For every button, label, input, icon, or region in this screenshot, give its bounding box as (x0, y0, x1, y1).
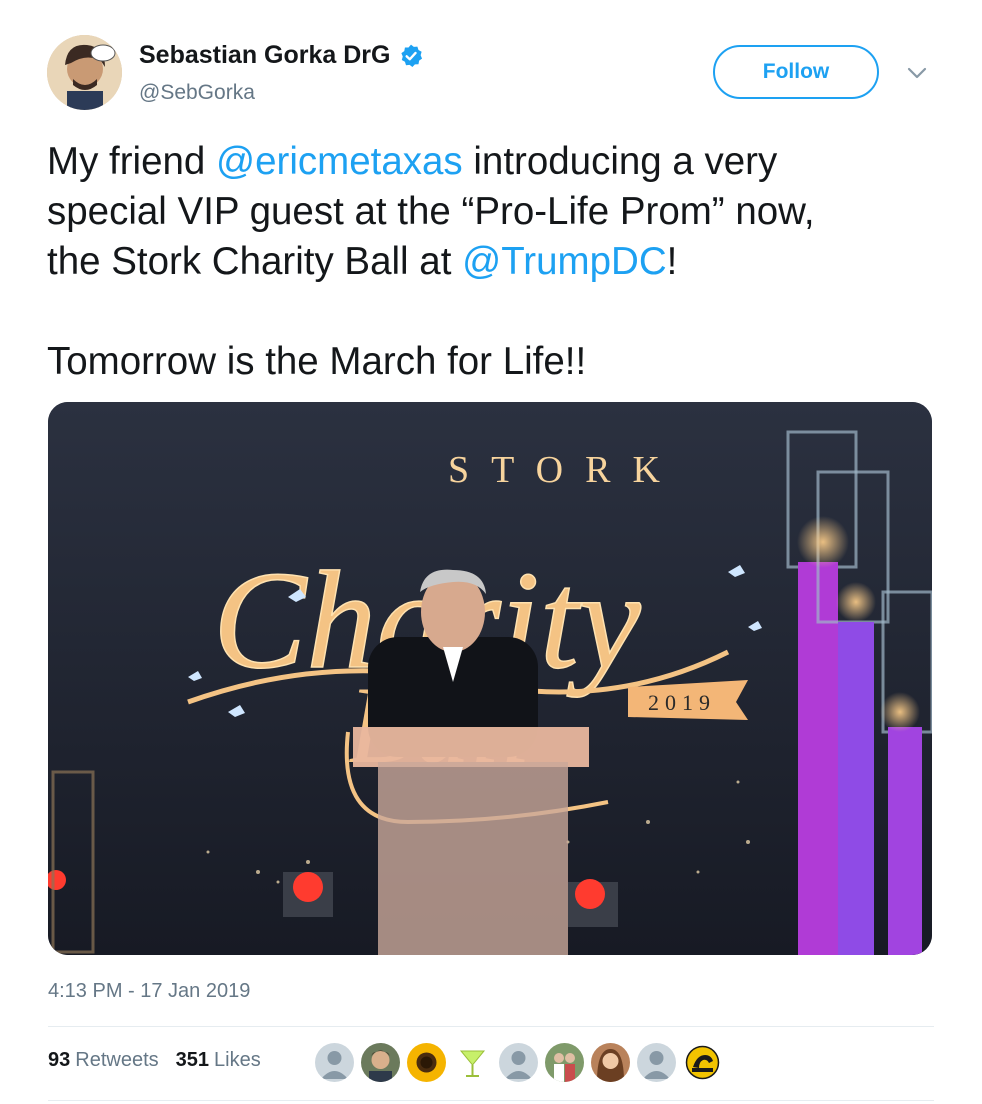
liker-default-avatar[interactable] (637, 1043, 676, 1082)
divider (48, 1100, 934, 1101)
tweet-header: Sebastian Gorka DrG @SebGorka Follow (47, 35, 937, 115)
tweet-line-4: Tomorrow is the March for Life!! (47, 340, 587, 383)
liker-avatars (315, 1043, 729, 1082)
author-avatar[interactable] (47, 35, 122, 110)
sign-stork-text: STORK (448, 449, 682, 491)
liker-default-avatar[interactable] (499, 1043, 538, 1082)
liker-man-avatar[interactable] (361, 1043, 400, 1082)
liker-woman-avatar[interactable] (591, 1043, 630, 1082)
liker-cocktail-avatar[interactable] (453, 1043, 492, 1082)
likes-count: 351 (175, 1049, 209, 1071)
tweet-text-segment: the Stork Charity Ball at (47, 240, 463, 283)
tweet-line-3: the Stork Charity Ball at @TrumpDC! (47, 237, 947, 287)
liker-default-avatar[interactable] (315, 1043, 354, 1082)
tweet-text-segment: ! (666, 240, 678, 283)
mention-link-ericmetaxas[interactable]: @ericmetaxas (216, 140, 463, 183)
retweets-label: Retweets (75, 1049, 159, 1071)
tweet-line-1: My friend @ericmetaxas introducing a ver… (47, 137, 947, 187)
tweet-timestamp[interactable]: 4:13 PM - 17 Jan 2019 (48, 980, 250, 1003)
liker-libertarian-logo-avatar[interactable] (683, 1043, 722, 1082)
likes-label: Likes (214, 1049, 261, 1071)
retweets-stat[interactable]: 93 Retweets (48, 1049, 159, 1072)
author-name-row: Sebastian Gorka DrG (139, 41, 424, 70)
tweet-text: My friend @ericmetaxas introducing a ver… (47, 137, 947, 387)
tweet-text-segment: My friend (47, 140, 217, 183)
tweet-stats: 93 Retweets 351 Likes (48, 1049, 278, 1072)
mention-link-trumpdc[interactable]: @TrumpDC (462, 240, 667, 283)
retweets-count: 93 (48, 1049, 71, 1071)
verified-badge-icon (398, 43, 424, 69)
tweet-line-2: special VIP guest at the “Pro-Life Prom”… (47, 190, 815, 233)
liker-couple-avatar[interactable] (545, 1043, 584, 1082)
follow-button[interactable]: Follow (713, 45, 879, 99)
chevron-down-icon[interactable] (905, 61, 929, 85)
author-handle[interactable]: @SebGorka (139, 81, 255, 105)
liker-sunflower-avatar[interactable] (407, 1043, 446, 1082)
podium (353, 727, 589, 955)
tweet-text-segment: introducing a very (462, 140, 778, 183)
likes-stat[interactable]: 351 Likes (176, 1049, 261, 1072)
sign-year-text: 2019 (648, 690, 716, 715)
author-name[interactable]: Sebastian Gorka DrG (139, 41, 390, 70)
tweet-photo[interactable]: STORK Charity Ball 2019 (48, 402, 932, 955)
divider (48, 1026, 934, 1027)
